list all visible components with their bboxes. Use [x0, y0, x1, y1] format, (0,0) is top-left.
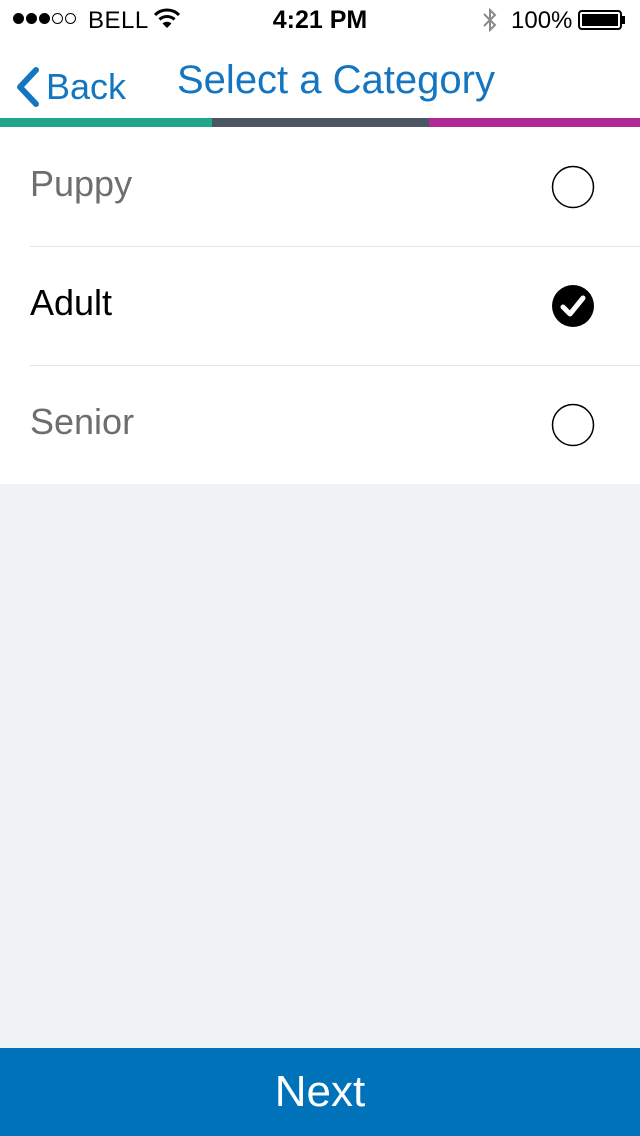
progress-segment	[212, 118, 429, 127]
status-bar: BELL 4:21 PM 100%	[0, 0, 640, 40]
progress-segment	[429, 118, 640, 127]
category-option-senior[interactable]: Senior	[0, 365, 640, 484]
option-label: Adult	[30, 282, 113, 323]
progress-segment	[0, 118, 212, 127]
navigation-bar: Back Select a Category	[0, 40, 640, 118]
radio-checked-icon[interactable]	[551, 284, 595, 328]
category-list: Puppy Adult Senior	[0, 127, 640, 484]
category-option-puppy[interactable]: Puppy	[0, 127, 640, 246]
radio-unchecked-icon[interactable]	[551, 403, 595, 447]
battery-percentage: 100%	[511, 7, 573, 34]
option-label: Puppy	[30, 163, 133, 204]
back-label: Back	[46, 66, 127, 107]
battery-icon	[578, 10, 625, 30]
back-button[interactable]: Back	[14, 64, 126, 110]
option-label: Senior	[30, 401, 135, 442]
page-title: Select a Category	[177, 58, 495, 102]
chevron-left-icon	[17, 67, 39, 107]
progress-bar	[0, 118, 640, 127]
category-option-adult[interactable]: Adult	[0, 246, 640, 365]
radio-unchecked-icon[interactable]	[551, 165, 595, 209]
next-button[interactable]: Next	[0, 1048, 640, 1136]
bluetooth-icon	[483, 7, 497, 33]
